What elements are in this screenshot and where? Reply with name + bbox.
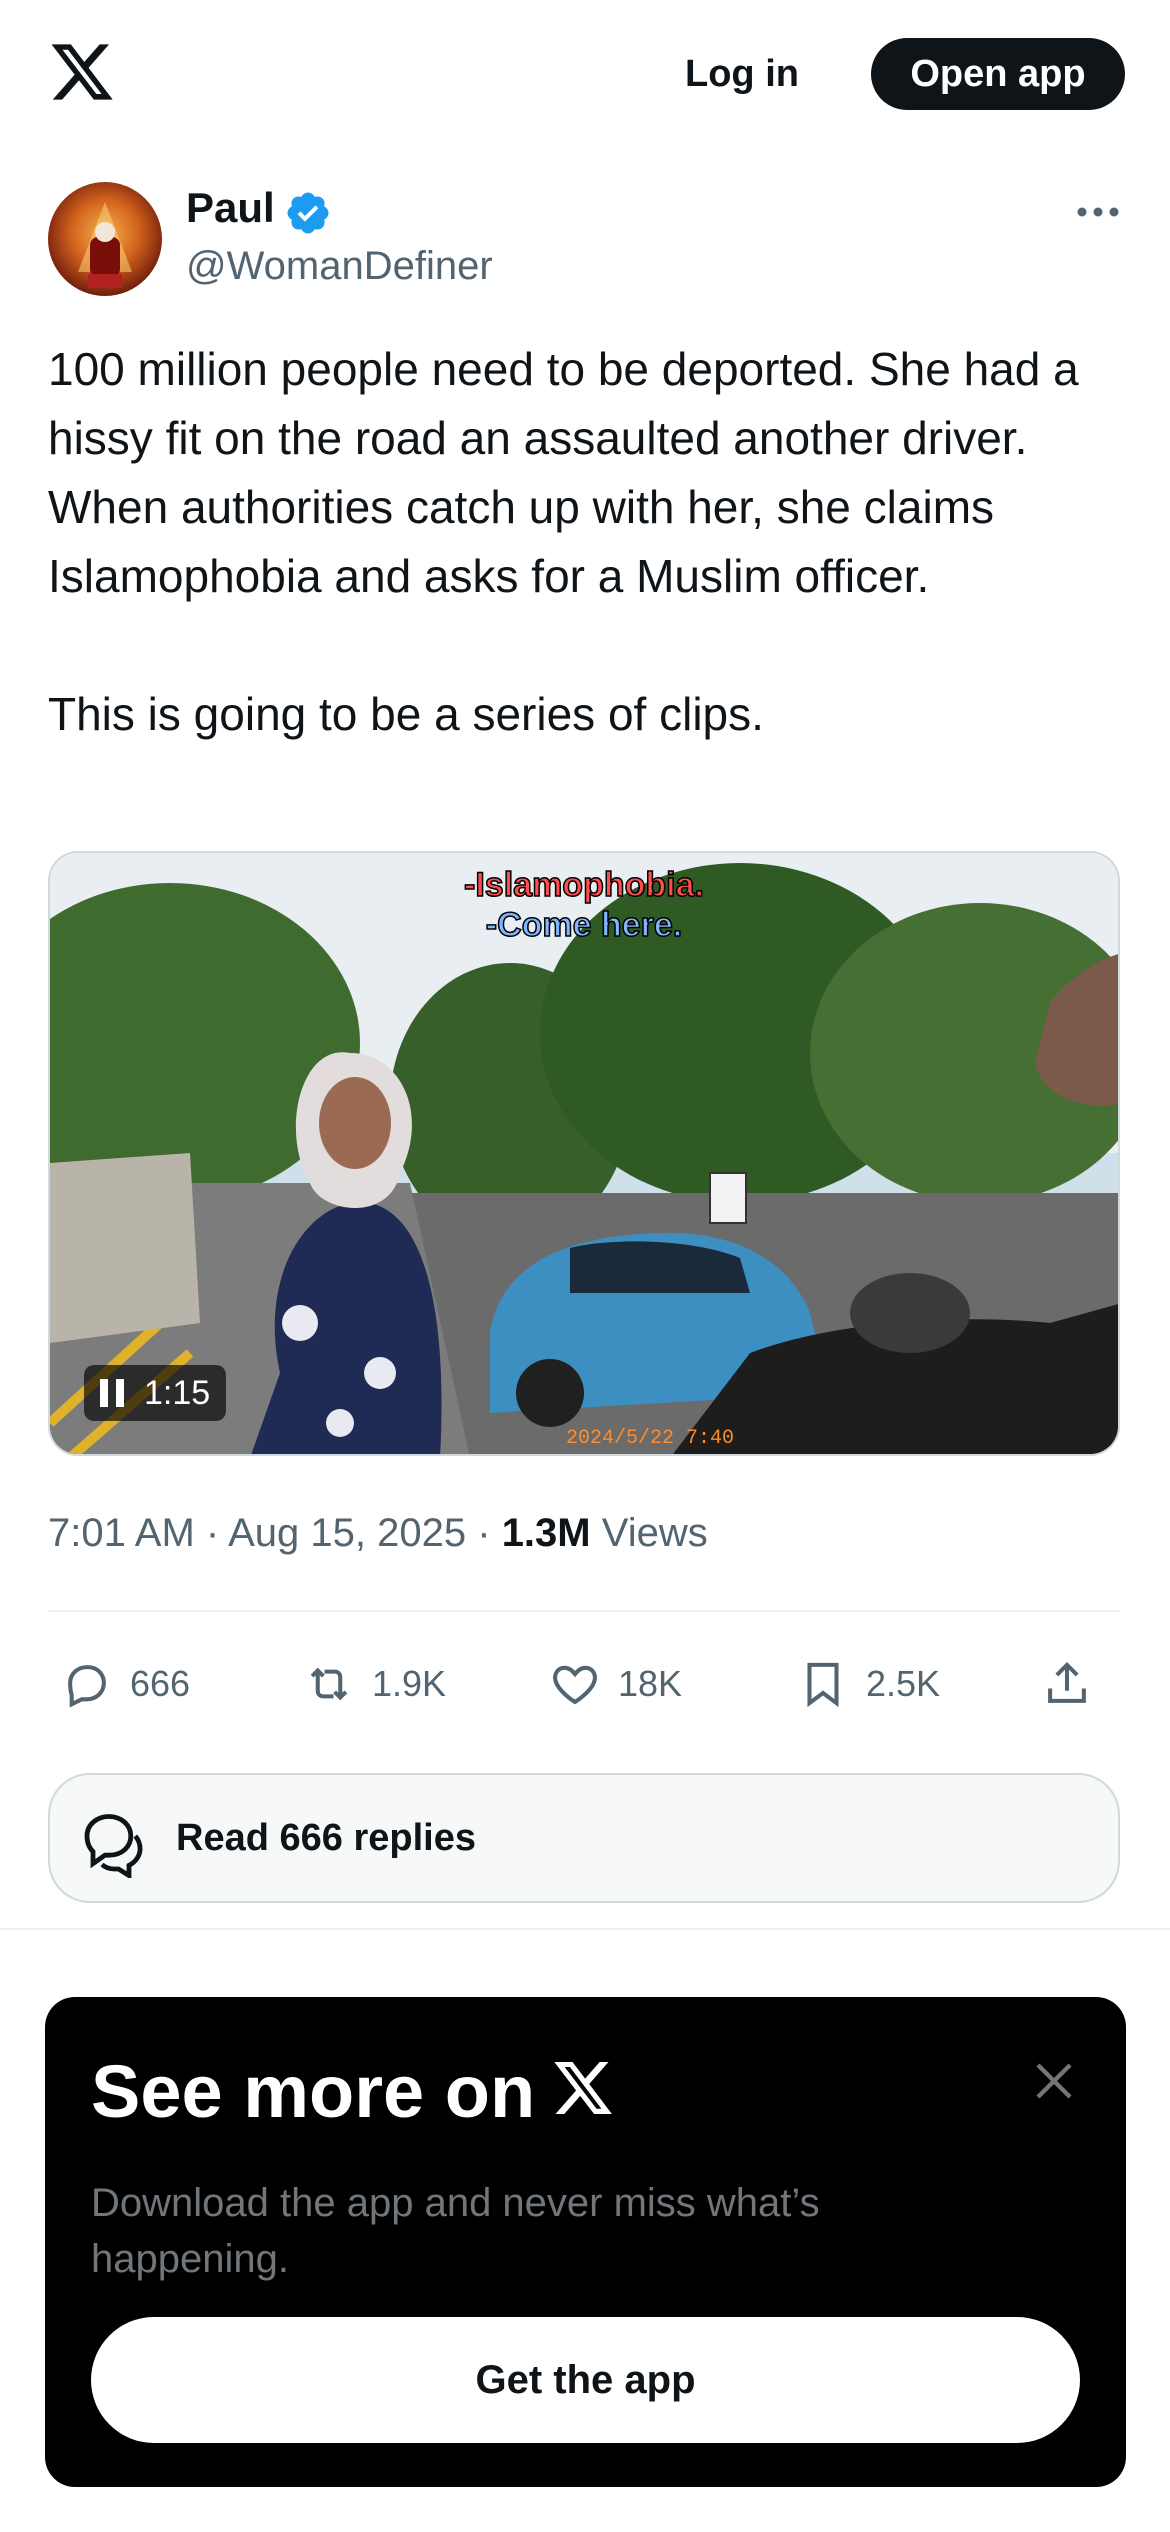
post-time[interactable]: 7:01 AM (48, 1511, 195, 1555)
bookmark-icon (807, 1662, 839, 1708)
x-logo-icon[interactable] (48, 38, 116, 106)
replies-bubble-icon (84, 1814, 143, 1878)
views-count: 1.3M (501, 1511, 591, 1555)
close-icon[interactable] (1030, 2057, 1078, 2105)
video-timer[interactable]: 1:15 (84, 1365, 227, 1421)
pause-icon[interactable] (100, 1379, 124, 1407)
meta-separator: · (205, 1511, 229, 1555)
like-icon (553, 1665, 597, 1705)
video-date-stamp: 2024/5/22 7:40 (566, 1427, 735, 1450)
author-handle[interactable]: @WomanDefiner (186, 238, 493, 294)
repost-count: 1.9K (372, 1663, 447, 1704)
read-replies-button[interactable]: Read 666 replies (48, 1773, 1120, 1903)
avatar-image (78, 202, 132, 288)
more-options-icon[interactable] (1074, 194, 1122, 230)
section-divider (0, 1928, 1170, 1930)
tweet-paragraph: This is going to be a series of clips. (48, 688, 764, 740)
bookmark-button[interactable]: 2.5K (796, 1648, 940, 1720)
post-date[interactable]: Aug 15, 2025 (228, 1511, 466, 1555)
meta-separator: · (477, 1511, 502, 1555)
get-app-button[interactable]: Get the app (91, 2317, 1080, 2443)
reply-button[interactable]: 666 (60, 1648, 190, 1720)
like-count: 18K (618, 1663, 683, 1704)
x-logo-icon (554, 2062, 612, 2114)
tweet-text: 100 million people need to be deported. … (48, 335, 1128, 749)
video-duration: 1:15 (144, 1374, 211, 1412)
read-replies-label: Read 666 replies (176, 1817, 476, 1859)
video-player[interactable]: -Islamophobia. -Come here. 1:15 2024/5/2… (48, 851, 1120, 1456)
verified-badge-icon (287, 192, 329, 234)
action-bar: 666 1.9K 18K 2.5K (48, 1648, 1120, 1720)
author-name[interactable]: Paul (186, 180, 275, 236)
login-link[interactable]: Log in (685, 40, 799, 108)
video-caption: -Come here. (485, 905, 683, 945)
app-promo-card: See more on Download the app and never m… (45, 1997, 1126, 2487)
reply-count: 666 (130, 1663, 191, 1704)
open-app-button[interactable]: Open app (871, 38, 1125, 110)
promo-subtitle: Download the app and never miss what’s h… (91, 2181, 820, 2281)
post-meta: 7:01 AM · Aug 15, 2025 · 1.3M Views (48, 1505, 708, 1561)
avatar[interactable] (48, 182, 162, 296)
share-icon (1048, 1662, 1086, 1703)
top-bar: Log in Open app (0, 0, 1170, 146)
tweet-paragraph: 100 million people need to be deported. … (48, 343, 1079, 602)
reply-icon (68, 1665, 106, 1708)
video-caption: -Islamophobia. (463, 865, 704, 905)
divider (48, 1610, 1120, 1612)
bookmark-count: 2.5K (866, 1663, 941, 1704)
share-button[interactable] (1040, 1648, 1110, 1720)
repost-button[interactable]: 1.9K (302, 1648, 446, 1720)
repost-icon (310, 1667, 348, 1701)
promo-title: See more on (91, 2050, 536, 2133)
views-label: Views (601, 1511, 708, 1555)
like-button[interactable]: 18K (548, 1648, 682, 1720)
